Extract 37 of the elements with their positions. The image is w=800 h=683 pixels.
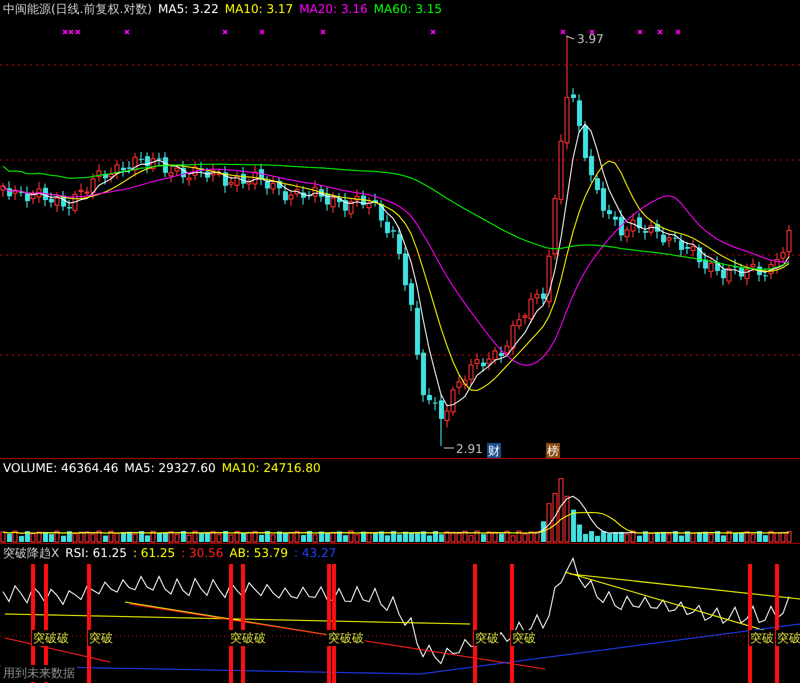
signal-label: 突破: [474, 630, 500, 646]
indicator-legend: : 30.56: [181, 546, 224, 560]
signal-label: 突破: [88, 630, 114, 646]
event-badge[interactable]: 榜: [546, 443, 560, 458]
indicator-legend: RSI: 61.25: [65, 546, 127, 560]
indicator-legend: AB: 53.79: [229, 546, 288, 560]
leader-line: [566, 36, 574, 40]
cross-marker-icon: [657, 29, 663, 35]
signal-label: 突破: [749, 630, 775, 646]
signal-label: 突破: [511, 630, 537, 646]
warning-note: 用到未来数据: [1, 665, 77, 682]
signal-label: 突破破: [327, 630, 365, 646]
cross-marker-icon: [560, 29, 566, 35]
cross-marker-icon: [320, 29, 326, 35]
volume-legend: MA10: 24716.80: [222, 461, 321, 475]
signal-label: 突破破: [229, 630, 267, 646]
event-badge[interactable]: 财: [487, 443, 501, 458]
ma-legend: MA10: 3.17: [224, 2, 294, 16]
indicator-name: 突破降趋X: [3, 546, 60, 560]
cross-marker-icon: [430, 29, 436, 35]
cross-marker-icon: [222, 29, 228, 35]
cross-marker-icon: [637, 29, 643, 35]
high-price-label: 3.97: [577, 32, 604, 46]
low-price-label: 2.91: [456, 442, 483, 456]
chart-title: 中闽能源(日线.前复权.对数): [3, 2, 152, 16]
cross-marker-icon: [124, 29, 130, 35]
cross-marker-icon: [589, 29, 595, 35]
indicator-legend: : 43.27: [294, 546, 336, 560]
ma-legend: MA60: 3.15: [374, 2, 442, 16]
ma-legend: MA20: 3.16: [299, 2, 368, 16]
volume-legend: MA5: 29327.60: [124, 461, 216, 475]
indicator-legend: : 61.25: [132, 546, 176, 560]
signal-label: 突破破: [32, 630, 70, 646]
volume-legend: VOLUME: 46364.46: [3, 461, 118, 475]
cross-marker-icon: [259, 29, 265, 35]
cross-marker-icon: [675, 29, 681, 35]
ma-legend: MA5: 3.22: [158, 2, 219, 16]
